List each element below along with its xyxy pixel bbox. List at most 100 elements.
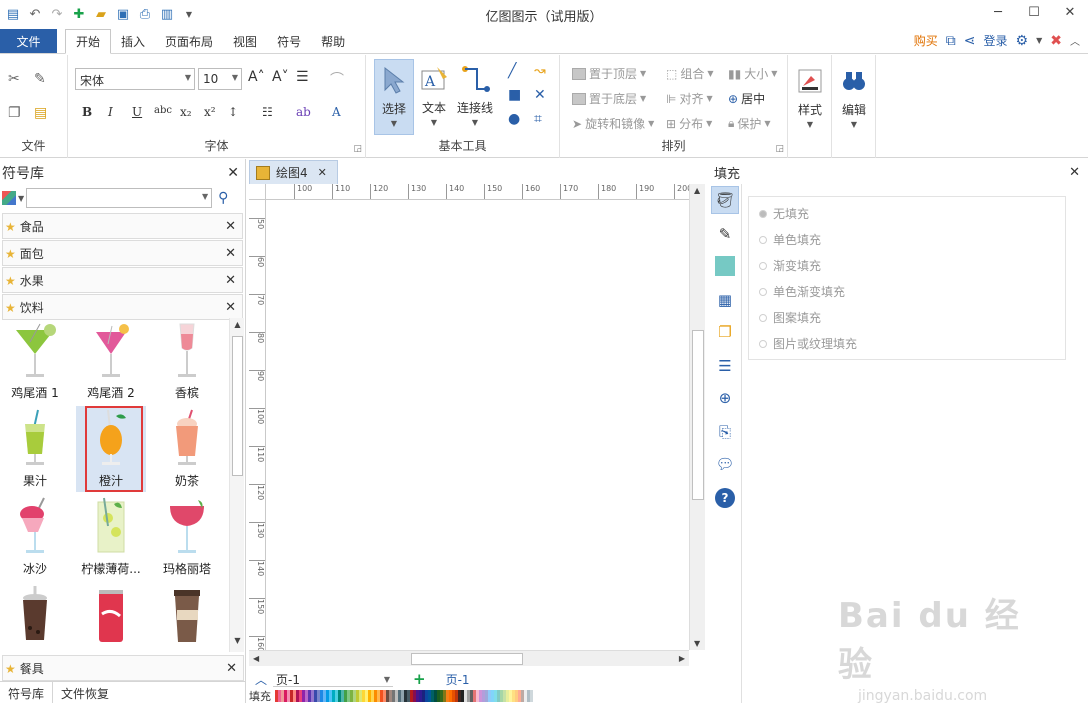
rectangle-icon[interactable]: ■ [508, 87, 521, 103]
fill-option-none[interactable]: 无填充 [759, 205, 809, 222]
symbol-coffee-cup[interactable] [152, 582, 222, 652]
cross-icon[interactable]: ✕ [534, 87, 546, 103]
scroll-up-icon[interactable]: ▲ [694, 186, 700, 195]
curve-text-icon[interactable]: ⌒ [330, 69, 344, 89]
page-select[interactable]: 页-1 ▼ [273, 671, 394, 687]
crop-icon[interactable]: ⌗ [534, 111, 542, 127]
text-highlight-icon[interactable]: ab [296, 105, 311, 119]
page-tab[interactable]: 页-1 [446, 671, 470, 688]
comment-icon[interactable]: 💬︎ [715, 454, 735, 474]
fill-option-pattern[interactable]: 图案填充 [759, 309, 821, 326]
page-up-icon[interactable]: ︿ [255, 671, 267, 688]
grow-font-icon[interactable]: A˄ [248, 69, 265, 85]
connector-tool-button[interactable]: 连接线 ▼ [452, 59, 498, 135]
strikethrough-button[interactable]: abc [154, 105, 172, 116]
copy-icon[interactable]: ❐ [8, 105, 21, 121]
buy-link[interactable]: 购买 [914, 32, 938, 49]
library-scrollbar[interactable]: ▲ ▼ [229, 318, 244, 652]
collapse-ribbon-icon[interactable]: ︿ [1070, 33, 1080, 48]
library-search-input[interactable]: ▼ [26, 188, 213, 208]
symbol-milk-tea[interactable]: 奶茶 [152, 406, 222, 492]
center-button[interactable]: ⊕ 居中 [728, 90, 765, 107]
symbol-soda-can[interactable] [76, 582, 146, 652]
arrange-dialog-launcher-icon[interactable]: ◲ [775, 144, 784, 154]
scroll-down-icon[interactable]: ▼ [694, 639, 700, 648]
symbol-margarita[interactable]: 玛格丽塔 [152, 494, 222, 580]
library-grid-icon[interactable] [2, 191, 16, 205]
save-icon[interactable]: ▣ [114, 5, 132, 23]
layers-icon[interactable]: ❐ [715, 322, 735, 342]
rotate-mirror-button[interactable]: ➤ 旋转和镜像 ▼ [572, 115, 654, 132]
file-menu-button[interactable]: 文件 [0, 29, 57, 53]
font-size-select[interactable]: 10 ▼ [198, 68, 242, 90]
font-color-icon[interactable]: A [332, 105, 341, 119]
paste-icon[interactable]: ▤ [34, 105, 47, 121]
symbol-cocktail-1[interactable]: 鸡尾酒 1 [0, 318, 70, 404]
library-category-fruit[interactable]: ★ 水果 ✕ [2, 267, 243, 293]
new-file-icon[interactable]: ✚ [70, 5, 88, 23]
scrollbar-thumb[interactable] [232, 336, 243, 476]
tab-page-layout[interactable]: 页面布局 [155, 29, 223, 53]
login-link[interactable]: 登录 [984, 32, 1008, 49]
symbol-juice[interactable]: 果汁 [0, 406, 70, 492]
curve-connector-icon[interactable]: ↝ [534, 63, 546, 79]
shadow-icon[interactable] [715, 256, 735, 276]
symbol-bubble-tea[interactable] [0, 582, 70, 652]
settings-dropdown-icon[interactable]: ▼ [1036, 36, 1042, 45]
help-icon[interactable]: ? [715, 488, 735, 508]
cut-icon[interactable]: ✂ [8, 71, 20, 87]
close-window-button[interactable]: ✕ [1052, 0, 1088, 24]
shrink-font-icon[interactable]: A˅ [272, 69, 289, 85]
color-swatch[interactable] [530, 690, 533, 702]
canvas-vertical-scrollbar[interactable]: ▲ ▼ [689, 184, 705, 650]
format-painter-icon[interactable]: ✎ [34, 71, 46, 87]
superscript-button[interactable]: x² [204, 105, 216, 119]
fill-option-gradient[interactable]: 渐变填充 [759, 257, 821, 274]
library-category-food[interactable]: ★ 食品 ✕ [2, 213, 243, 239]
scroll-up-icon[interactable]: ▲ [230, 320, 245, 334]
close-icon[interactable]: ✕ [226, 661, 237, 676]
tab-view[interactable]: 视图 [223, 29, 267, 53]
symbol-smoothie[interactable]: 冰沙 [0, 494, 70, 580]
bullets-icon[interactable]: ☷ [262, 105, 273, 119]
protect-button[interactable]: 🔒︎ 保护 ▼ [728, 115, 771, 132]
fill-option-solid-gradient[interactable]: 单色渐变填充 [759, 283, 845, 300]
group-button[interactable]: ⬚ 组合 ▼ [666, 65, 714, 82]
font-dialog-launcher-icon[interactable]: ◲ [353, 144, 362, 154]
print-icon[interactable]: ⎙ [136, 5, 154, 23]
image-icon[interactable]: ▦ [715, 290, 735, 310]
line-icon[interactable]: ╱ [508, 63, 516, 79]
tab-home[interactable]: 开始 [65, 29, 112, 54]
open-file-icon[interactable]: ▰ [92, 5, 110, 23]
close-icon[interactable]: ✕ [225, 273, 236, 288]
fill-option-solid[interactable]: 单色填充 [759, 231, 821, 248]
chevron-down-icon[interactable]: ▼ [18, 194, 24, 203]
drawing-canvas[interactable] [249, 184, 689, 650]
search-icon[interactable]: ⚲ [218, 190, 228, 206]
data-list-icon[interactable]: ☰ [715, 356, 735, 376]
library-category-drinks[interactable]: ★ 饮料 ✕ [2, 294, 243, 320]
share-icon[interactable]: ⋖ [964, 33, 976, 49]
size-button[interactable]: ▮▮ 大小 ▼ [728, 65, 777, 82]
tab-symbol-library[interactable]: 符号库 [0, 682, 54, 703]
symbol-lemon-mint[interactable]: 柠檬薄荷... [76, 494, 146, 580]
paragraph-align-icon[interactable]: ☰ [296, 69, 309, 85]
undo-icon[interactable]: ↶ [26, 5, 44, 23]
document-tab[interactable]: 绘图4 ✕ [249, 160, 338, 184]
hyperlink-globe-icon[interactable]: ⊕ [715, 388, 735, 408]
attachment-icon[interactable]: ⎘ [715, 422, 735, 442]
tab-insert[interactable]: 插入 [111, 29, 155, 53]
minimize-button[interactable]: ─ [980, 0, 1016, 24]
close-icon[interactable]: ✕ [225, 219, 236, 234]
maximize-button[interactable]: ☐ [1016, 0, 1052, 24]
symbol-orange-juice[interactable]: 橙汁 [76, 406, 146, 492]
fill-bucket-icon[interactable]: 🪣︎ [711, 186, 739, 214]
customize-dropdown-icon[interactable]: ▼ [180, 5, 198, 23]
redo-icon[interactable]: ↷ [48, 5, 66, 23]
text-tool-button[interactable]: A 文本 ▼ [414, 59, 454, 135]
fill-option-picture-texture[interactable]: 图片或纹理填充 [759, 335, 857, 352]
app-menu-icon[interactable]: ▤ [4, 5, 22, 23]
line-style-icon[interactable]: ✎ [715, 224, 735, 244]
close-icon[interactable]: ✕ [227, 165, 239, 181]
close-icon[interactable]: ✕ [318, 166, 327, 179]
